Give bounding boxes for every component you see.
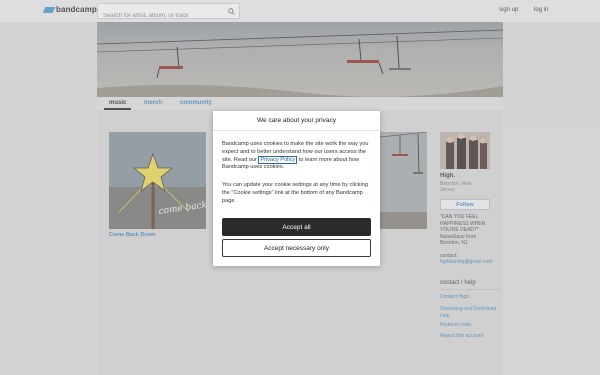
accept-necessary-button[interactable]: Accept necessary only	[222, 239, 371, 257]
dialog-title: We care about your privacy	[213, 111, 380, 131]
privacy-policy-link[interactable]: Privacy Policy	[258, 155, 298, 164]
cookie-consent-dialog: We care about your privacy Bandcamp uses…	[213, 111, 380, 266]
cookie-description: Bandcamp uses cookies to make the site w…	[222, 141, 372, 172]
accept-all-button[interactable]: Accept all	[222, 218, 371, 236]
cookie-settings-note: You can update your cookie settings at a…	[222, 182, 368, 204]
